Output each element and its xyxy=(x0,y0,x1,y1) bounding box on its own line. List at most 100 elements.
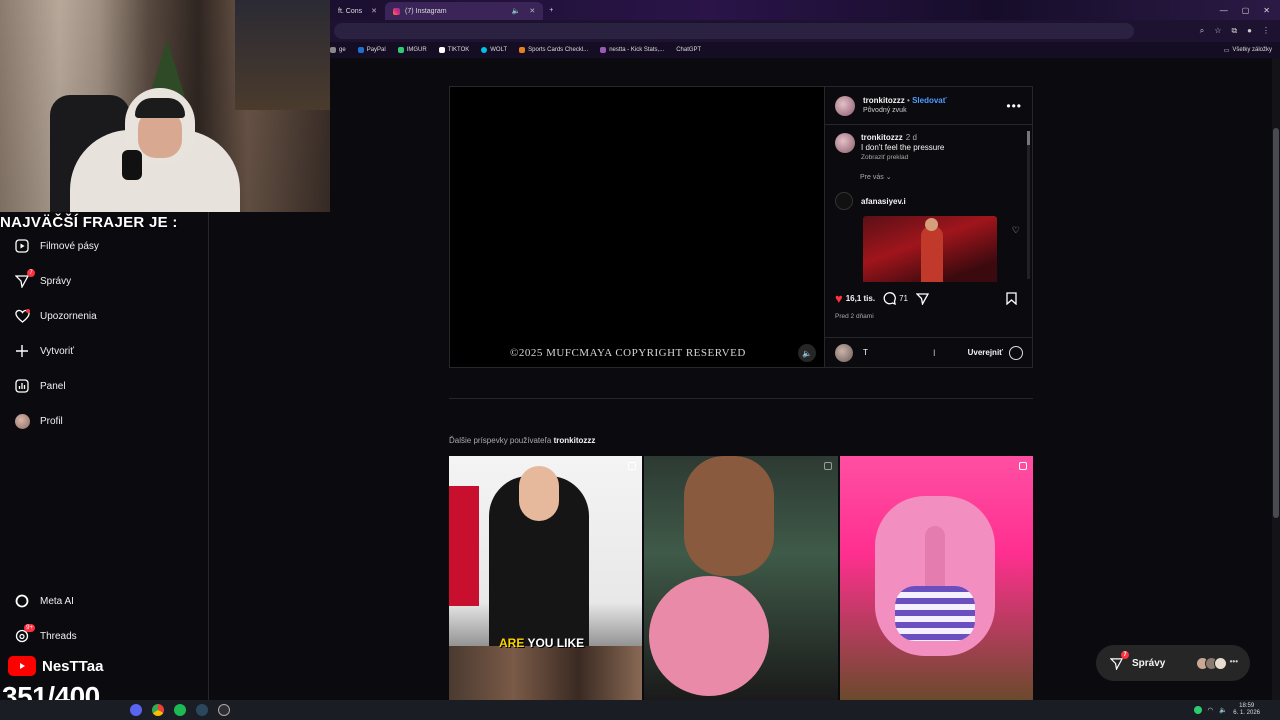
audio-label[interactable]: Pôvodný zvuk xyxy=(863,106,947,116)
section-divider xyxy=(449,398,1033,399)
bookmark-tiktok[interactable]: TIKTOK xyxy=(438,47,469,53)
bookmark-wolt[interactable]: WOLT xyxy=(481,47,507,53)
author-avatar[interactable] xyxy=(835,133,855,153)
sidebar-item-notifications[interactable]: Upozornenia xyxy=(14,308,97,324)
post-thumbnail[interactable] xyxy=(644,456,838,700)
minimize-icon[interactable]: — xyxy=(1220,6,1228,15)
threads-icon: 9+ xyxy=(14,624,35,644)
bookmark-chatgpt[interactable]: ChatGPT xyxy=(676,47,701,53)
for-you-filter[interactable]: Pre vás ⌄ xyxy=(860,173,1023,181)
speaker-icon: 🔈 xyxy=(802,348,812,358)
reel-video[interactable]: ©2025 MUFCMAYA COPYRIGHT RESERVED 🔈 xyxy=(450,87,824,367)
clock[interactable]: 18:59 6. 1. 2026 xyxy=(1233,703,1260,717)
like-comment-icon[interactable]: ♡ xyxy=(1012,225,1020,236)
tab-title: (7) Instagram xyxy=(405,7,447,15)
share-button[interactable] xyxy=(915,292,929,305)
author-username[interactable]: tronkitozzz xyxy=(863,96,905,105)
comment-image[interactable] xyxy=(863,216,997,282)
windows-taskbar: ◠ 🔈 18:59 6. 1. 2026 xyxy=(0,700,1280,720)
close-tab-icon[interactable]: ✕ xyxy=(371,7,377,15)
obs-icon[interactable] xyxy=(218,704,230,716)
like-button[interactable]: ♥ 16,1 tis. xyxy=(835,291,875,306)
sidebar-item-meta-ai[interactable]: Meta AI xyxy=(14,593,74,609)
bookmark-kick-stats[interactable]: nestta - Kick Stats,... xyxy=(600,47,664,53)
close-window-icon[interactable]: ✕ xyxy=(1263,6,1270,15)
reel-icon xyxy=(628,462,637,470)
tray-app-icon[interactable] xyxy=(1193,706,1202,714)
close-tab-icon[interactable]: ✕ xyxy=(529,7,535,15)
messages-bubble[interactable]: 7 Správy ••• xyxy=(1096,645,1250,681)
chrome-icon[interactable] xyxy=(152,704,164,716)
sidebar-item-label: Threads xyxy=(40,630,77,642)
post-thumbnail[interactable] xyxy=(839,456,1033,700)
discord-icon[interactable] xyxy=(130,704,142,716)
more-icon: ••• xyxy=(1229,656,1238,666)
channel-name: NesTTaa xyxy=(42,657,104,675)
mute-button[interactable]: 🔈 xyxy=(798,344,816,362)
extensions-icon[interactable]: ⧉ xyxy=(1231,26,1237,36)
reels-icon xyxy=(14,238,30,254)
steam-icon[interactable] xyxy=(196,704,208,716)
more-options-icon[interactable]: ••• xyxy=(1006,99,1022,113)
sidebar-item-messages[interactable]: 7 Správy xyxy=(14,269,71,289)
browser-tab[interactable]: ft. Cons ✕ xyxy=(330,2,385,20)
sidebar-item-dashboard[interactable]: Panel xyxy=(14,378,66,394)
profile-icon[interactable]: ● xyxy=(1247,26,1252,36)
browser-tab-instagram[interactable]: (7) Instagram 🔈 ✕ xyxy=(385,2,544,20)
follow-button[interactable]: Sledovať xyxy=(912,96,947,105)
comment-button[interactable]: 71 xyxy=(883,292,908,305)
system-tray: ◠ 🔈 18:59 6. 1. 2026 xyxy=(1193,703,1280,717)
bookmark-sports-cards[interactable]: Sports Cards Checkl... xyxy=(519,47,588,53)
scrollbar-thumb[interactable] xyxy=(1273,128,1279,518)
comments-scrollbar[interactable] xyxy=(1027,131,1030,279)
spotify-icon[interactable] xyxy=(174,704,186,716)
more-posts-username[interactable]: tronkitozzz xyxy=(554,436,596,445)
window-controls: — ▢ ✕ xyxy=(1220,6,1280,15)
messages-badge: 7 xyxy=(27,269,35,277)
messages-icon: 7 xyxy=(1108,651,1129,671)
volume-icon[interactable]: 🔈 xyxy=(1219,706,1227,714)
save-button[interactable] xyxy=(1006,292,1017,305)
wifi-icon[interactable]: ◠ xyxy=(1208,706,1214,714)
all-bookmarks[interactable]: ▭ Všetky záložky xyxy=(1224,47,1280,54)
page-scrollbar[interactable] xyxy=(1272,58,1280,700)
menu-icon[interactable]: ⋮ xyxy=(1262,26,1270,36)
comment-input[interactable]: T xyxy=(863,348,923,357)
sidebar-item-reels[interactable]: Filmové pásy xyxy=(14,238,99,254)
sidebar-item-label: Meta AI xyxy=(40,595,74,607)
new-tab-icon[interactable]: + xyxy=(549,7,553,14)
sidebar-item-label: Profil xyxy=(40,415,63,427)
sidebar-item-profile[interactable]: Profil xyxy=(14,413,63,429)
maximize-icon[interactable]: ▢ xyxy=(1242,6,1250,15)
see-translation-link[interactable]: Zobraziť preklad xyxy=(861,153,944,163)
commenter-username[interactable]: afanasiyev.i xyxy=(861,197,906,206)
comment-item: afanasiyev.i xyxy=(835,192,1023,210)
url-input[interactable] xyxy=(334,23,1134,39)
sidebar-item-label: Panel xyxy=(40,380,66,392)
post-thumbnail[interactable]: ARE YOU LIKE xyxy=(449,456,643,700)
thumbnail-caption: ARE YOU LIKE xyxy=(499,636,585,650)
screen: ft. Cons ✕ (7) Instagram 🔈 ✕ + — ▢ ✕ ⌕ ☆… xyxy=(0,0,1280,720)
bookmark-paypal[interactable]: PayPal xyxy=(357,47,386,53)
reel-icon xyxy=(823,462,832,470)
author-avatar[interactable] xyxy=(835,95,855,116)
sidebar-item-threads[interactable]: 9+ Threads xyxy=(14,624,77,644)
like-count: 16,1 tis. xyxy=(845,294,876,303)
post-actions: ♥ 16,1 tis. 71 xyxy=(835,291,1025,306)
zoom-icon[interactable]: ⌕ xyxy=(1200,26,1204,36)
bookmark-icon xyxy=(1006,292,1017,305)
post-side-panel: tronkitozzz • Sledovať Pôvodný zvuk ••• … xyxy=(824,87,1033,367)
star-icon[interactable]: ☆ xyxy=(1214,26,1221,36)
youtube-channel-badge: NesTTaa xyxy=(8,656,103,676)
commenter-avatar[interactable] xyxy=(835,192,853,210)
bookmark[interactable]: ge xyxy=(330,47,346,53)
publish-comment-button[interactable]: Uverejniť xyxy=(968,348,1003,357)
messages-label: Správy xyxy=(1132,657,1166,669)
cam-beanie xyxy=(135,98,185,118)
video-watermark: ©2025 MUFCMAYA COPYRIGHT RESERVED xyxy=(510,347,746,359)
emoji-icon[interactable] xyxy=(1009,345,1023,360)
sidebar-item-create[interactable]: Vytvoriť xyxy=(14,343,74,359)
comment-count: 71 xyxy=(899,294,908,303)
speaker-icon[interactable]: 🔈 xyxy=(512,7,521,15)
bookmark-imgur[interactable]: IMGUR xyxy=(397,47,427,53)
